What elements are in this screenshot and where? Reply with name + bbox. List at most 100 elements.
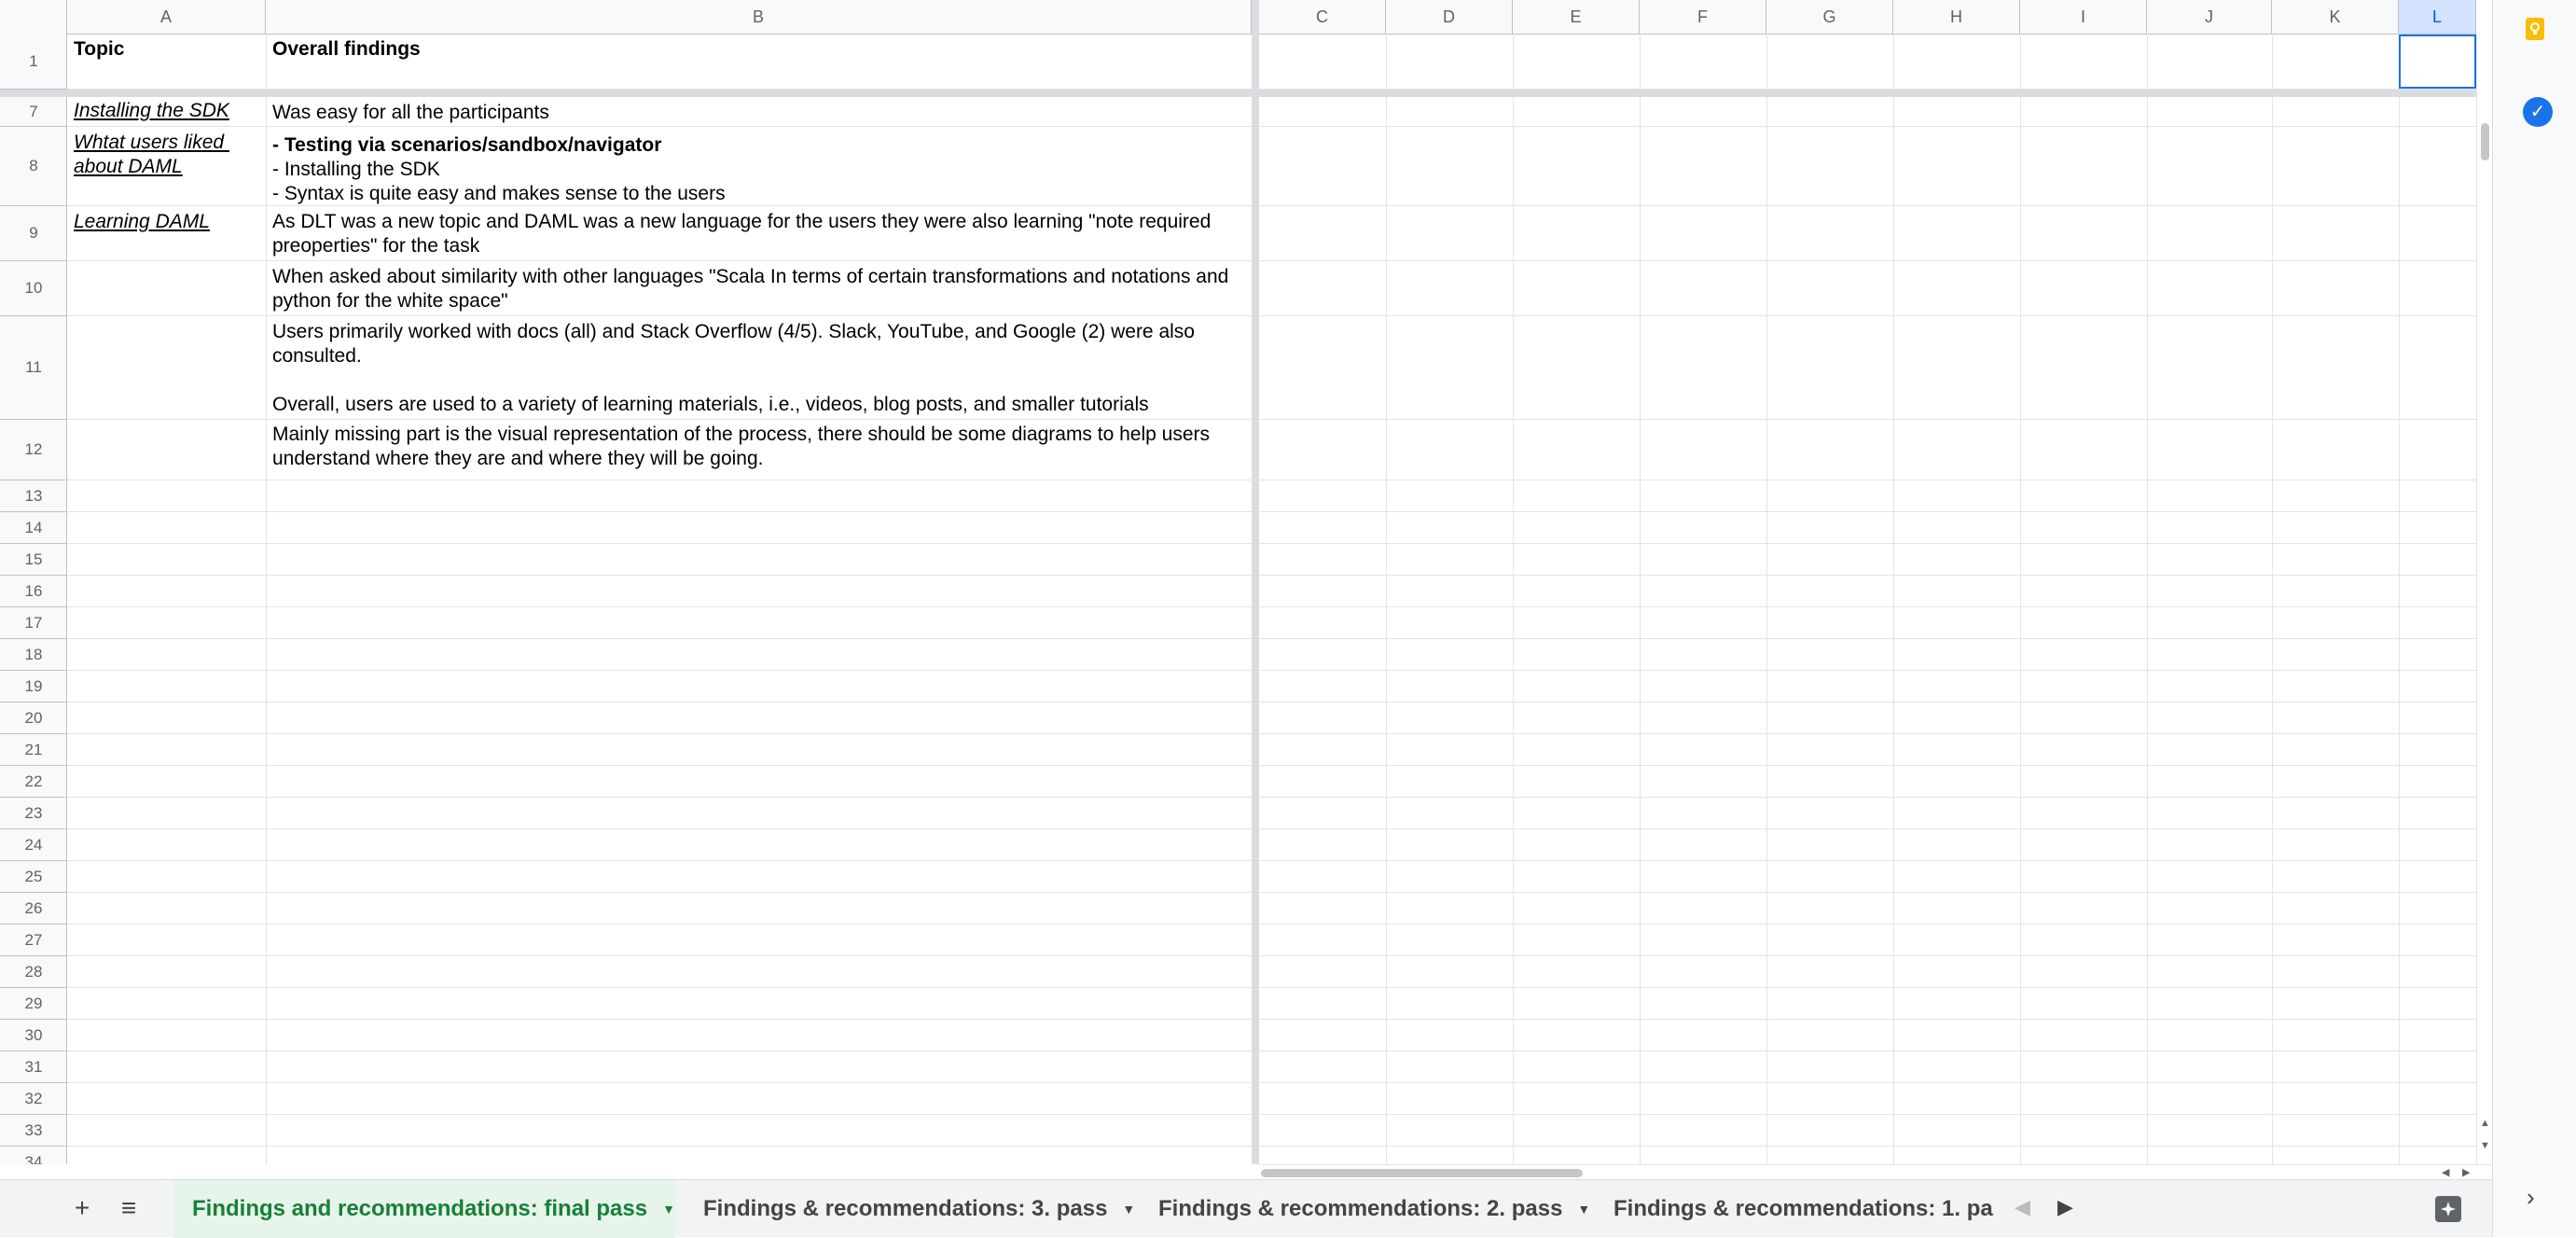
column-header-j[interactable]: J: [2147, 0, 2272, 34]
cell-b12[interactable]: Mainly missing part is the visual repres…: [268, 421, 1249, 473]
table-row: [67, 956, 2476, 988]
column-header-f[interactable]: F: [1640, 0, 1766, 34]
tab-findings-final-pass[interactable]: Findings and recommendations: final pass…: [173, 1180, 675, 1238]
cell-b8[interactable]: - Installing the SDK - Syntax is quite e…: [268, 156, 1249, 208]
horizontal-scrollbar-thumb[interactable]: [1261, 1169, 1583, 1177]
cell-b11[interactable]: Users primarily worked with docs (all) a…: [268, 318, 1249, 419]
row-header-8[interactable]: 8: [0, 127, 67, 206]
table-row: [67, 639, 2476, 671]
caret-down-icon[interactable]: ▼: [662, 1202, 675, 1217]
keep-icon[interactable]: [2525, 17, 2545, 41]
plus-icon[interactable]: +: [63, 1189, 101, 1227]
column-header-k[interactable]: K: [2272, 0, 2399, 34]
cell-b9[interactable]: As DLT was a new topic and DAML was a ne…: [268, 208, 1249, 260]
column-header-i[interactable]: I: [2020, 0, 2147, 34]
vertical-scrollbar-thumb[interactable]: [2481, 123, 2489, 160]
frozen-row-divider[interactable]: [0, 90, 2476, 97]
table-row: [67, 988, 2476, 1020]
column-header-e[interactable]: E: [1513, 0, 1640, 34]
table-row: [67, 893, 2476, 925]
cell-a9[interactable]: Learning DAML: [69, 208, 265, 236]
row-header-17[interactable]: 17: [0, 607, 67, 639]
row-header-14[interactable]: 14: [0, 512, 67, 544]
table-row: [67, 702, 2476, 734]
tab-label: Findings & recommendations: 2. pass: [1158, 1196, 1563, 1221]
caret-down-icon[interactable]: ▼: [1122, 1202, 1135, 1217]
table-row: [67, 576, 2476, 607]
table-row: [67, 1051, 2476, 1083]
horizontal-scrollbar[interactable]: ◀ ▶: [1259, 1164, 2492, 1179]
tab-findings-1-pass[interactable]: Findings & recommendations: 1. pass: [1595, 1180, 1994, 1238]
column-header-c[interactable]: C: [1259, 0, 1386, 34]
scroll-up-icon[interactable]: ▲: [2480, 1118, 2490, 1129]
row-header-19[interactable]: 19: [0, 671, 67, 702]
tabs-scroll-right-icon[interactable]: ▶: [2057, 1195, 2073, 1219]
row-header-34[interactable]: 34: [0, 1147, 67, 1165]
table-row: [67, 829, 2476, 861]
row-header-15[interactable]: 15: [0, 544, 67, 576]
column-header-h[interactable]: H: [1893, 0, 2020, 34]
table-row: [67, 925, 2476, 956]
table-row: [67, 512, 2476, 544]
column-header-d[interactable]: D: [1386, 0, 1513, 34]
column-header-g[interactable]: G: [1766, 0, 1893, 34]
table-row: [67, 734, 2476, 766]
row-header-1[interactable]: 1: [0, 34, 67, 90]
row-header-31[interactable]: 31: [0, 1051, 67, 1083]
table-row: [67, 607, 2476, 639]
tab-findings-3-pass[interactable]: Findings & recommendations: 3. pass ▼: [685, 1180, 1135, 1238]
row-header-33[interactable]: 33: [0, 1115, 67, 1147]
scroll-left-icon[interactable]: ◀: [2442, 1166, 2449, 1178]
cell-a8[interactable]: Whtat users liked about DAML: [69, 129, 265, 181]
row-header-18[interactable]: 18: [0, 639, 67, 671]
chevron-right-icon[interactable]: ›: [2527, 1183, 2535, 1212]
tab-findings-2-pass[interactable]: Findings & recommendations: 2. pass ▼: [1140, 1180, 1590, 1238]
row-header-26[interactable]: 26: [0, 893, 67, 925]
row-header-23[interactable]: 23: [0, 798, 67, 829]
scroll-right-icon[interactable]: ▶: [2462, 1166, 2470, 1178]
table-row: [67, 861, 2476, 893]
explore-icon[interactable]: [2432, 1193, 2464, 1225]
vertical-scrollbar[interactable]: ▲ ▼: [2476, 34, 2492, 1164]
tabs-scroll-left-icon[interactable]: ◀: [2015, 1195, 2030, 1219]
row-header-21[interactable]: 21: [0, 734, 67, 766]
column-header-a[interactable]: A: [67, 0, 266, 34]
table-row: [67, 1115, 2476, 1147]
row-header-29[interactable]: 29: [0, 988, 67, 1020]
table-row: [67, 1083, 2476, 1115]
row-header-20[interactable]: 20: [0, 702, 67, 734]
table-row: [67, 480, 2476, 512]
scroll-down-icon[interactable]: ▼: [2480, 1140, 2490, 1151]
cell-b10[interactable]: When asked about similarity with other l…: [268, 263, 1249, 315]
row-header-9[interactable]: 9: [0, 206, 67, 261]
row-header-10[interactable]: 10: [0, 261, 67, 316]
cell-b7[interactable]: Was easy for all the participants: [268, 99, 1249, 127]
cell-a1[interactable]: Topic: [69, 35, 265, 63]
row-header-28[interactable]: 28: [0, 956, 67, 988]
row-header-25[interactable]: 25: [0, 861, 67, 893]
row-header-22[interactable]: 22: [0, 766, 67, 798]
row-header-27[interactable]: 27: [0, 925, 67, 956]
cell-a7[interactable]: Installing the SDK: [69, 97, 265, 125]
list-icon[interactable]: ≡: [110, 1189, 147, 1227]
frozen-column-divider[interactable]: [1252, 0, 1259, 1164]
column-header-b[interactable]: B: [266, 0, 1252, 34]
row-header-32[interactable]: 32: [0, 1083, 67, 1115]
spreadsheet-grid[interactable]: A B C D E F G H I J K L 1 Topic Overall …: [0, 0, 2492, 1164]
selected-cell-l1[interactable]: [2399, 35, 2476, 89]
side-panel: ✓ ›: [2492, 0, 2576, 1237]
tab-label: Findings and recommendations: final pass: [192, 1196, 648, 1221]
tasks-icon[interactable]: ✓: [2523, 97, 2553, 127]
row-header-12[interactable]: 12: [0, 420, 67, 480]
row-header-7[interactable]: 7: [0, 97, 67, 127]
select-all-corner[interactable]: [0, 0, 67, 34]
table-row: [67, 766, 2476, 798]
column-header-l[interactable]: L: [2399, 0, 2476, 34]
row-header-11[interactable]: 11: [0, 316, 67, 420]
cell-b1[interactable]: Overall findings: [268, 35, 1249, 63]
row-header-16[interactable]: 16: [0, 576, 67, 607]
row-header-13[interactable]: 13: [0, 480, 67, 512]
row-header-30[interactable]: 30: [0, 1020, 67, 1051]
caret-down-icon[interactable]: ▼: [1577, 1202, 1590, 1217]
row-header-24[interactable]: 24: [0, 829, 67, 861]
